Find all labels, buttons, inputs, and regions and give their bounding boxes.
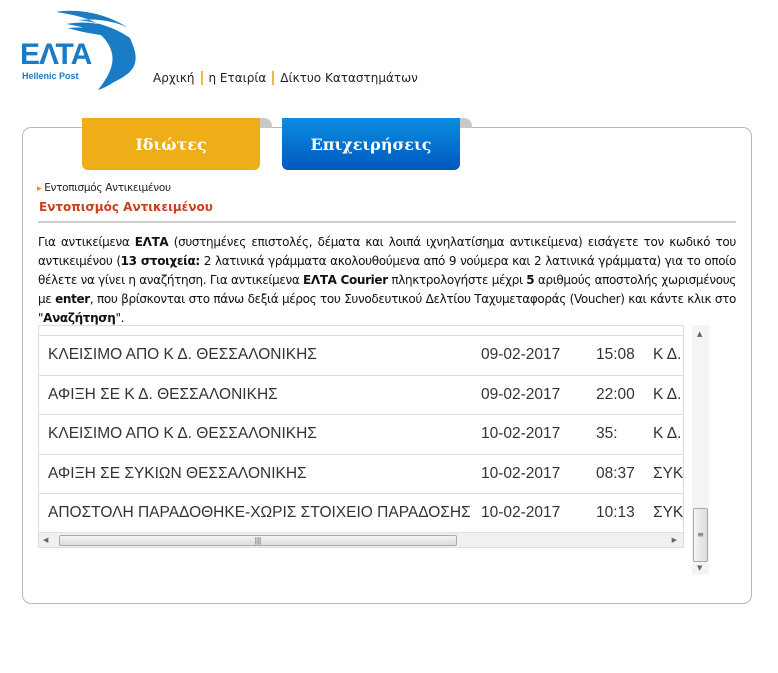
page-title: Εντοπισμός Αντικειμένου: [39, 200, 213, 214]
scroll-down-arrow-icon[interactable]: ▼: [697, 564, 702, 572]
instruction-text: Για αντικείμενα: [38, 235, 135, 249]
emphasis-text: ΕΛΤΑ: [134, 235, 169, 249]
instruction-text: , που βρίσκονται στο πάνω δεξιά μέρος το…: [38, 292, 736, 325]
instructions-text: Για αντικείμενα ΕΛΤΑ (συστημένες επιστολ…: [38, 233, 736, 328]
cell-location: Κ Δ.: [653, 385, 682, 403]
cell-time: 10:13: [596, 504, 635, 521]
tracking-table: ΑΠΟΣΤΟΛΗ ΠΑΡΑΔΟΘΗΚΕ-ΧΩΡΙΣ ΣΤΟΙΧΕΙΟ ΠΑΡΑΔ…: [38, 325, 684, 548]
cell-date: 10-02-2017: [481, 464, 561, 482]
cell-date: 09-02-2017: [481, 346, 561, 363]
breadcrumb: ▸ Εντοπισμός Αντικειμένου: [37, 182, 171, 194]
horizontal-scrollbar[interactable]: ◀ ||| ▶: [39, 532, 683, 547]
breadcrumb-arrow-icon: ▸: [37, 184, 42, 194]
cell-status: ΑΦΙΞΗ ΣΕ Κ Δ. ΘΕΣΣΑΛΟΝΙΚΗΣ: [48, 385, 278, 403]
logo-text: ΕΛΤΑ: [20, 38, 92, 71]
table-row: ΚΛΕΙΣΙΜΟ ΑΠΟ Κ Δ. ΘΕΣΣΑΛΟΝΙΚΗΣ 09-02-2017…: [39, 335, 683, 374]
nav-company[interactable]: η Εταιρία: [209, 71, 267, 85]
cell-time: 08:37: [596, 464, 635, 482]
breadcrumb-item[interactable]: Εντοπισμός Αντικειμένου: [44, 182, 171, 194]
tab-businesses[interactable]: Επιχειρήσεις: [282, 118, 472, 170]
vertical-scrollbar[interactable]: ▲ ≡ ▼: [692, 325, 709, 575]
emphasis-text: ΕΛΤΑ Courier: [303, 273, 388, 287]
cell-status: ΑΦΙΞΗ ΣΕ ΣΥΚΙΩΝ ΘΕΣΣΑΛΟΝΙΚΗΣ: [48, 464, 307, 482]
emphasis-text: enter: [55, 292, 90, 306]
nav-divider: [272, 71, 275, 85]
vertical-scroll-thumb[interactable]: ≡: [693, 508, 708, 562]
table-row: ΑΠΟΣΤΟΛΗ ΠΑΡΑΔΟΘΗΚΕ-ΧΩΡΙΣ ΣΤΟΙΧΕΙΟ ΠΑΡΑΔ…: [39, 493, 684, 532]
table-row: ΑΦΙΞΗ ΣΕ Κ Δ. ΘΕΣΣΑΛΟΝΙΚΗΣ 09-02-2017 22:0…: [39, 374, 683, 414]
scroll-right-arrow-icon[interactable]: ▶: [672, 536, 677, 544]
top-navigation: Αρχική η Εταιρία Δίκτυο Καταστημάτων: [153, 71, 418, 85]
cell-time: 15:08: [596, 346, 635, 363]
cell-date: 10-02-2017: [481, 504, 561, 521]
cell-status: ΚΛΕΙΣΙΜΟ ΑΠΟ Κ Δ. ΘΕΣΣΑΛΟΝΙΚΗΣ: [48, 425, 317, 442]
emphasis-text: 13 στοιχεία:: [120, 254, 201, 268]
instruction-text: πληκτρολογήστε μέχρι: [387, 273, 527, 287]
cell-date: 09-02-2017: [481, 385, 561, 403]
emphasis-text: Αναζήτηση: [43, 311, 116, 325]
cell-location: Κ Δ.: [653, 425, 682, 442]
logo-subtitle: Hellenic Post: [22, 71, 79, 81]
nav-store-network[interactable]: Δίκτυο Καταστημάτων: [280, 71, 418, 85]
cell-date: 10-02-2017: [481, 425, 561, 442]
scroll-left-arrow-icon[interactable]: ◀: [43, 536, 48, 544]
cell-location: Κ Δ.: [653, 346, 682, 363]
cell-status: ΑΠΟΣΤΟΛΗ ΠΑΡΑΔΟΘΗΚΕ-ΧΩΡΙΣ ΣΤΟΙΧΕΙΟ ΠΑΡΑΔ…: [48, 504, 471, 521]
scroll-up-arrow-icon[interactable]: ▲: [697, 330, 702, 338]
nav-divider: [200, 71, 203, 85]
divider: [38, 221, 736, 223]
cell-location: ΣΥΚ: [653, 504, 684, 521]
table-row: ΚΛΕΙΣΙΜΟ ΑΠΟ Κ Δ. ΘΕΣΣΑΛΟΝΙΚΗΣ 10-02-2017…: [39, 414, 683, 453]
cell-status: ΚΛΕΙΣΙΜΟ ΑΠΟ Κ Δ. ΘΕΣΣΑΛΟΝΙΚΗΣ: [48, 346, 317, 363]
tab-individuals[interactable]: Ιδιώτες: [82, 118, 272, 170]
cell-time: 22:00: [596, 385, 635, 403]
cell-time: 35:: [596, 425, 618, 442]
nav-home[interactable]: Αρχική: [153, 71, 195, 85]
cell-location: ΣΥΚ: [653, 464, 684, 482]
horizontal-scroll-thumb[interactable]: |||: [59, 535, 457, 546]
table-row: ΑΦΙΞΗ ΣΕ ΣΥΚΙΩΝ ΘΕΣΣΑΛΟΝΙΚΗΣ 10-02-2017 08…: [39, 453, 684, 493]
instruction-text: ".: [115, 311, 125, 325]
